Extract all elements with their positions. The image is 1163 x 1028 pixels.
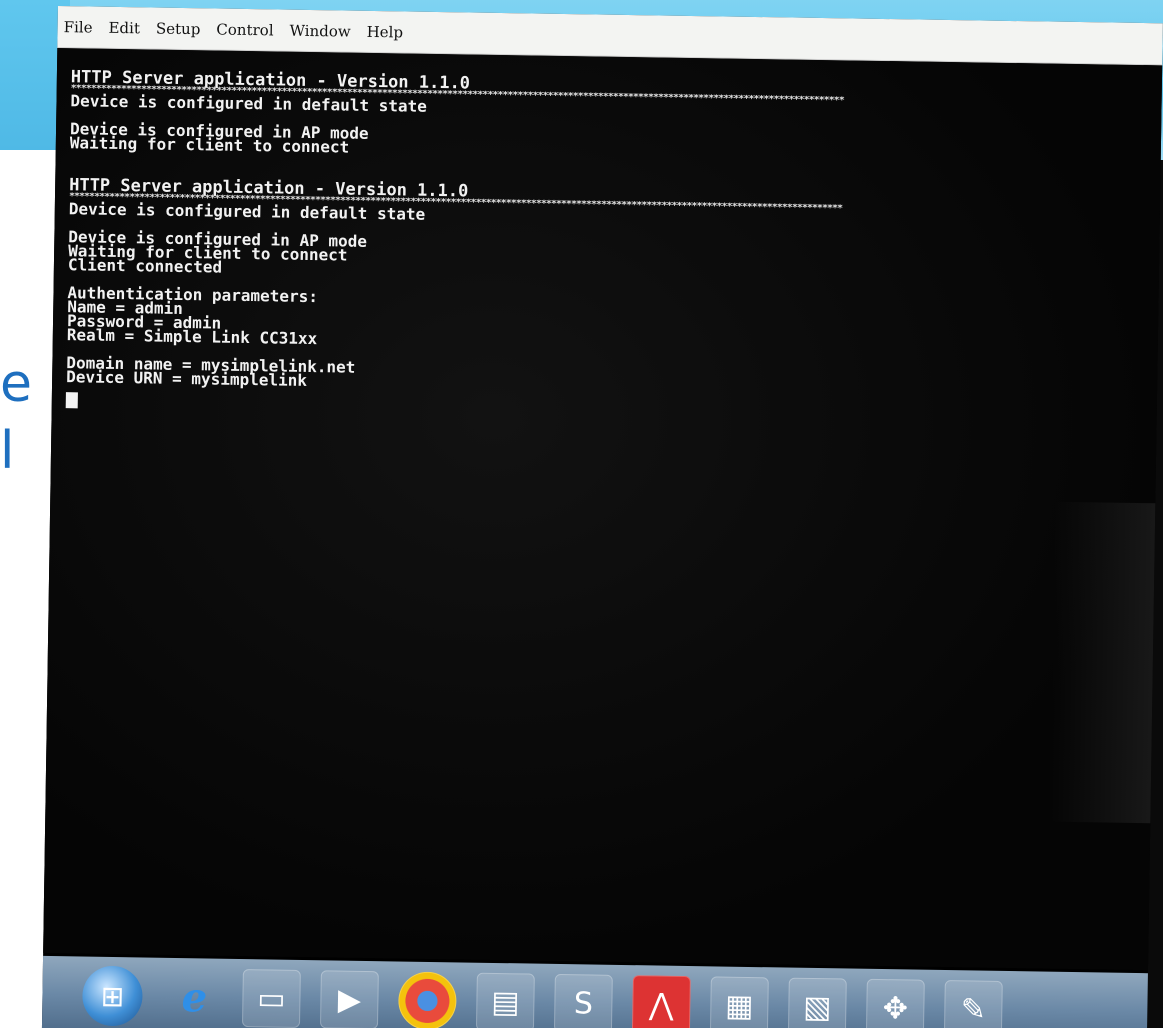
slide-text-fragment: e [0,354,32,414]
menu-file[interactable]: File [64,18,93,36]
media-player-icon[interactable]: ▶ [319,970,379,1028]
skype-icon[interactable]: S [553,973,613,1028]
terminal-window: File Edit Setup Control Window Help HTTP… [41,6,1163,1028]
file-explorer-icon[interactable]: ▭ [241,969,301,1028]
terminal-app-icon[interactable]: ▧ [787,977,847,1028]
notes-icon[interactable]: ✎ [943,980,1003,1028]
app-window-icon[interactable]: ▦ [709,976,769,1028]
adobe-reader-icon[interactable]: ⋀ [631,975,691,1028]
screen: e l File Edit Setup Control Window Help … [0,0,1163,1028]
slide-text-fragment: l [0,421,15,481]
network-icon[interactable]: ✥ [865,978,925,1028]
internet-explorer-icon[interactable]: e [166,969,223,1026]
menu-help[interactable]: Help [367,22,404,41]
chrome-icon[interactable] [397,971,457,1028]
folder-icon[interactable]: ▤ [475,972,535,1028]
terminal-output[interactable]: HTTP Server application - Version 1.1.0 … [43,47,1163,971]
menu-setup[interactable]: Setup [156,19,201,38]
menu-window[interactable]: Window [289,21,350,40]
windows-start-icon[interactable]: ⊞ [81,965,143,1027]
screen-glare [1050,501,1156,824]
menu-control[interactable]: Control [216,20,273,39]
menu-edit[interactable]: Edit [108,18,140,36]
text-cursor [65,392,78,409]
